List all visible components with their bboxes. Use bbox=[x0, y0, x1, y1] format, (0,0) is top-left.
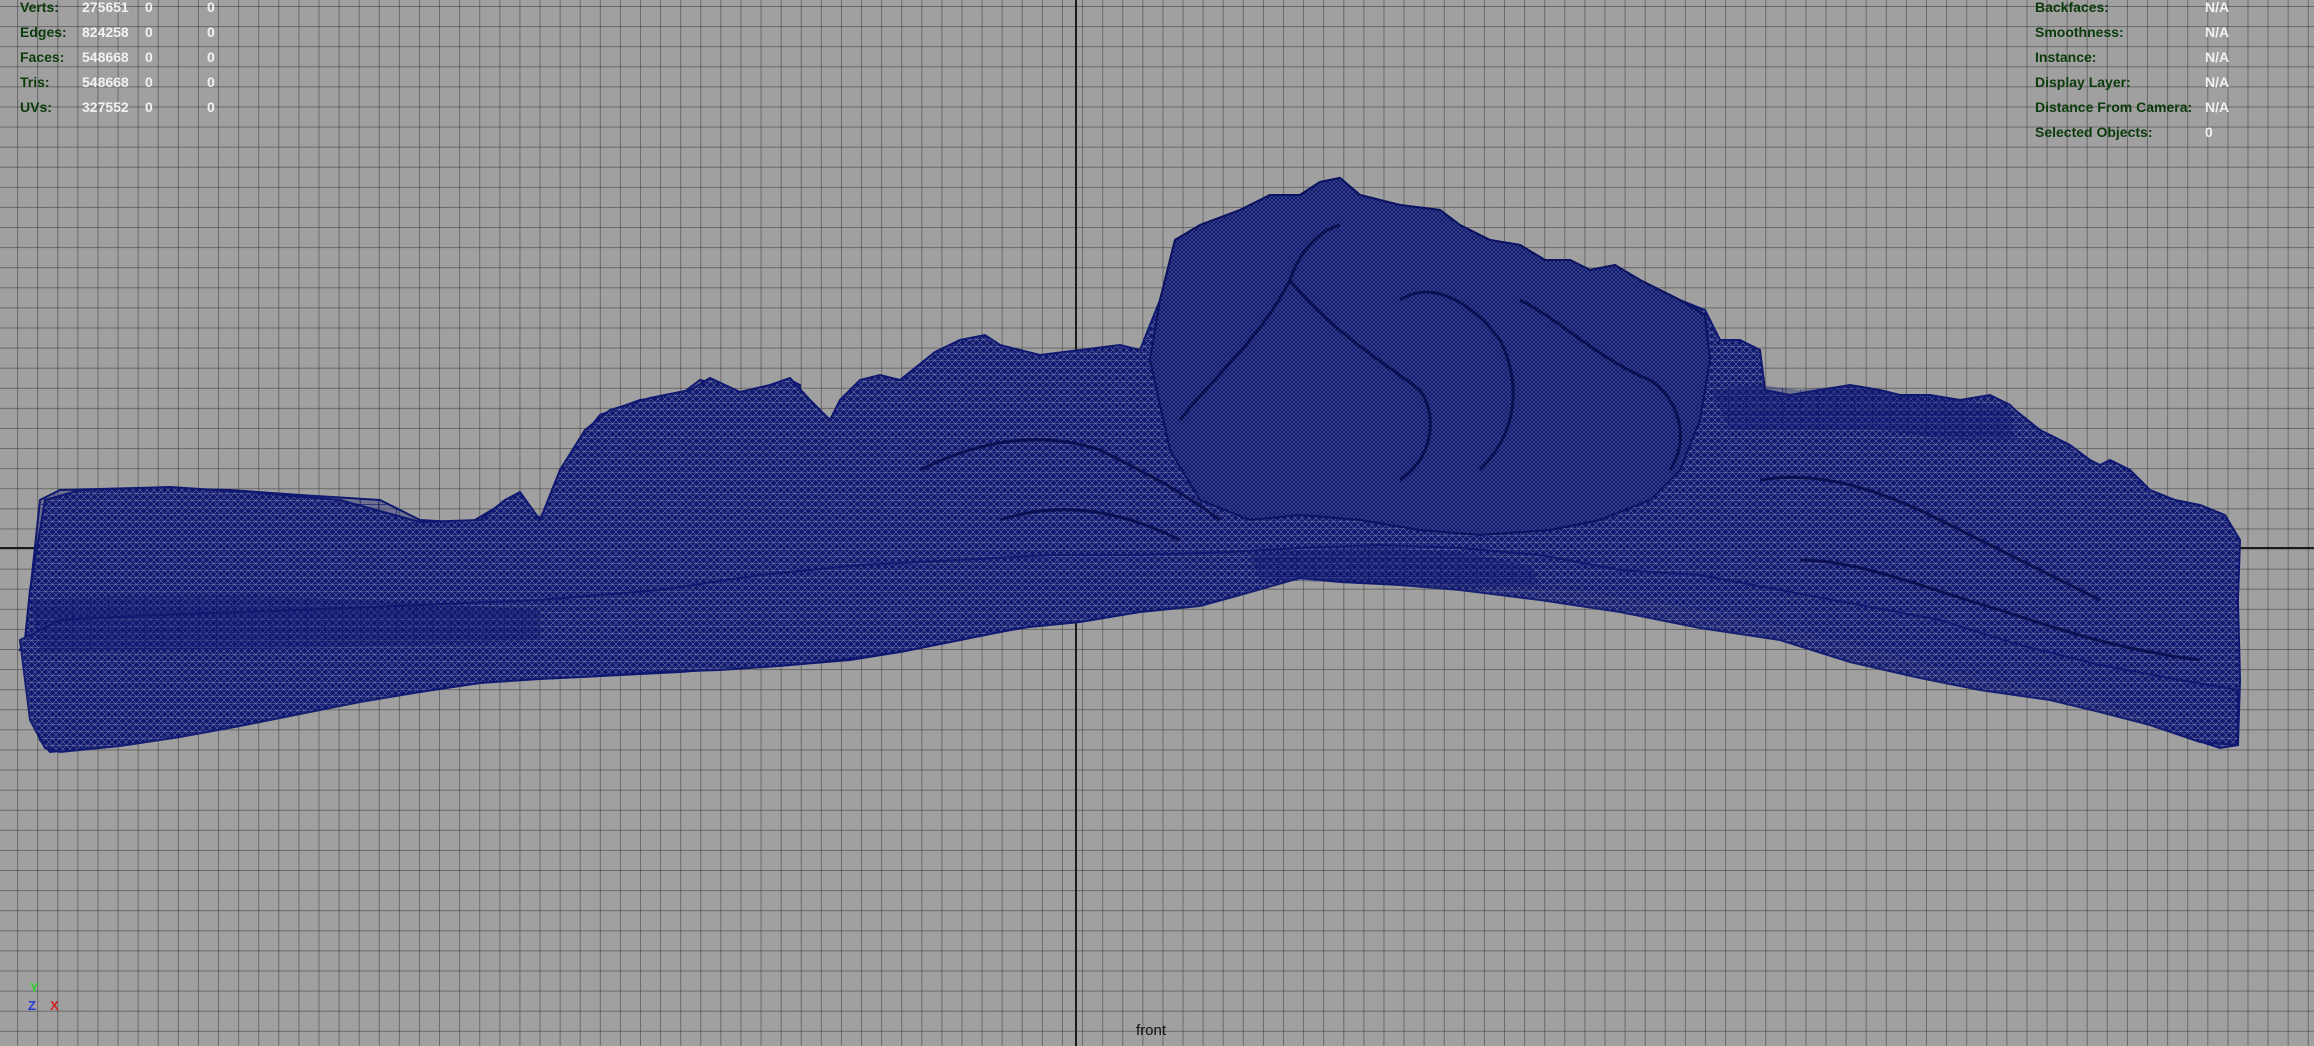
stat-selected: 0 bbox=[145, 99, 153, 115]
axis-x-label: X bbox=[50, 998, 59, 1013]
camera-name-label: front bbox=[1136, 1022, 1167, 1039]
stat-extra: 0 bbox=[207, 99, 215, 115]
info-value: N/A bbox=[2205, 74, 2230, 90]
stat-total: 824258 bbox=[82, 24, 129, 40]
rock-mesh-wireframe[interactable] bbox=[0, 0, 2314, 1046]
info-label: Selected Objects: bbox=[2035, 124, 2153, 140]
stat-extra: 0 bbox=[207, 74, 215, 90]
info-value: 0 bbox=[2205, 124, 2213, 140]
stat-selected: 0 bbox=[145, 0, 153, 15]
stat-total: 327552 bbox=[82, 99, 129, 115]
info-label: Display Layer: bbox=[2035, 74, 2131, 90]
info-label: Smoothness: bbox=[2035, 24, 2124, 40]
stat-extra: 0 bbox=[207, 0, 215, 15]
stat-total: 275651 bbox=[82, 0, 129, 15]
stat-label: UVs: bbox=[20, 99, 52, 115]
info-label: Distance From Camera: bbox=[2035, 99, 2193, 115]
stat-selected: 0 bbox=[145, 74, 153, 90]
stat-total: 548668 bbox=[82, 74, 129, 90]
stat-selected: 0 bbox=[145, 24, 153, 40]
stat-label: Tris: bbox=[20, 74, 50, 90]
info-value: N/A bbox=[2205, 0, 2230, 15]
info-value: N/A bbox=[2205, 49, 2230, 65]
axis-y-label: Y bbox=[30, 980, 39, 995]
stat-total: 548668 bbox=[82, 49, 129, 65]
stat-extra: 0 bbox=[207, 49, 215, 65]
stat-label: Faces: bbox=[20, 49, 65, 65]
stat-label: Edges: bbox=[20, 24, 67, 40]
stat-selected: 0 bbox=[145, 49, 153, 65]
info-value: N/A bbox=[2205, 99, 2230, 115]
3d-viewport[interactable]: Verts: 275651 0 0 Edges: 824258 0 0 Face… bbox=[0, 0, 2314, 1046]
info-value: N/A bbox=[2205, 24, 2230, 40]
axis-gizmo-icon: Y Z X bbox=[22, 980, 82, 1024]
info-label: Instance: bbox=[2035, 49, 2097, 65]
axis-z-label: Z bbox=[28, 998, 36, 1013]
stat-extra: 0 bbox=[207, 24, 215, 40]
stat-label: Verts: bbox=[20, 0, 59, 15]
info-label: Backfaces: bbox=[2035, 0, 2109, 15]
